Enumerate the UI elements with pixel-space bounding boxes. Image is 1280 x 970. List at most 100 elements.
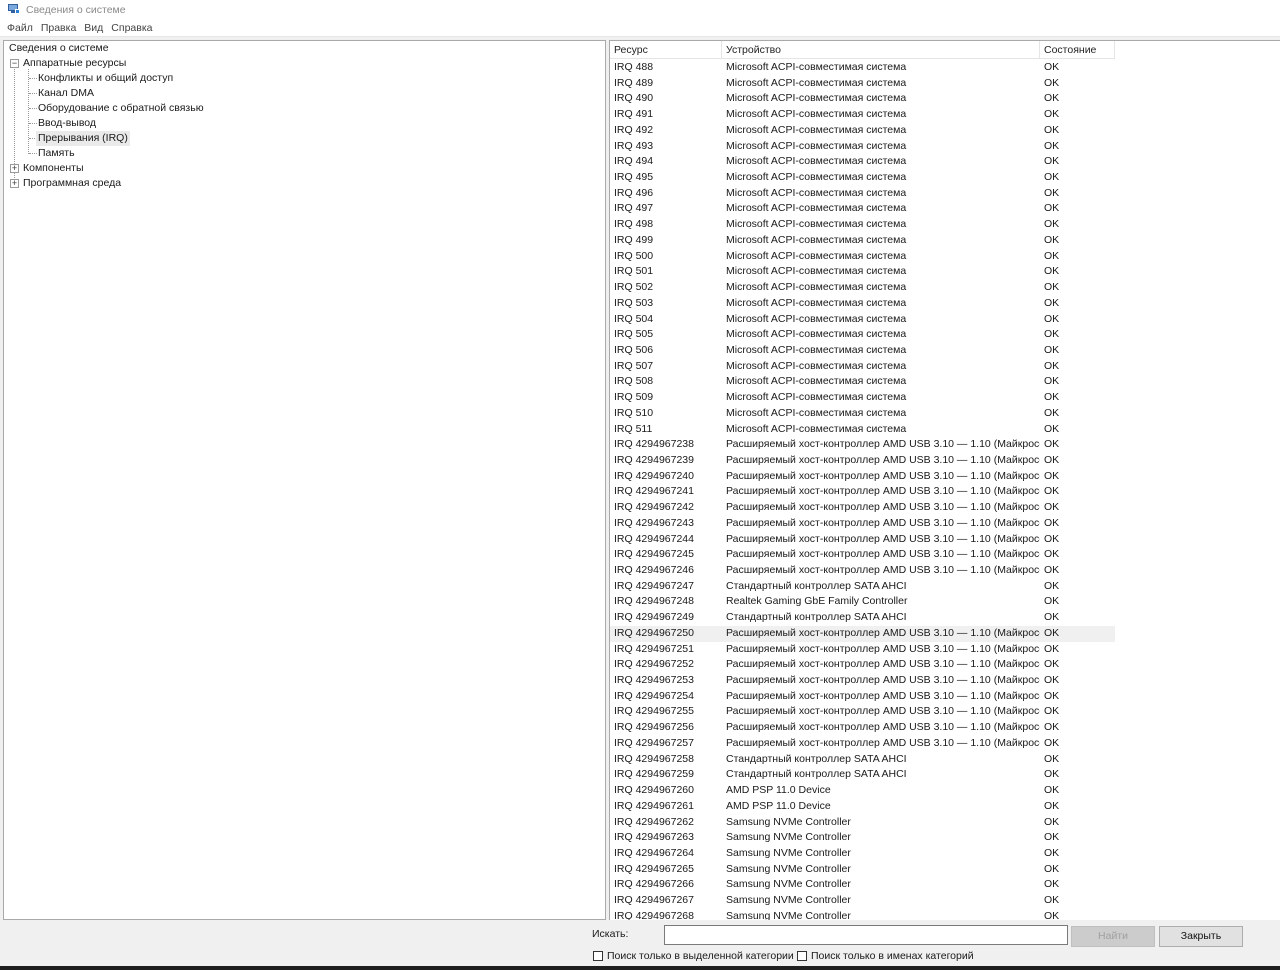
table-row[interactable]: IRQ 4294967255 Расширяемый хост-контролле…: [610, 704, 1115, 720]
cell-resource: IRQ 492: [614, 123, 654, 136]
cell-device: Microsoft ACPI-совместимая система: [726, 406, 907, 419]
search-category-names-checkbox[interactable]: Поиск только в именах категорий: [797, 950, 974, 962]
cell-resource: IRQ 4294967244: [614, 532, 694, 545]
table-row[interactable]: IRQ 507 Microsoft ACPI-совместимая систем…: [610, 359, 1115, 375]
tree-item-conflicts[interactable]: Конфликты и общий доступ: [38, 71, 173, 86]
tree-item-memory[interactable]: Память: [38, 146, 75, 161]
table-row[interactable]: IRQ 4294967245 Расширяемый хост-контролле…: [610, 547, 1115, 563]
table-row[interactable]: IRQ 506 Microsoft ACPI-совместимая систем…: [610, 343, 1115, 359]
table-row[interactable]: IRQ 4294967254 Расширяемый хост-контролле…: [610, 689, 1115, 705]
category-tree[interactable]: Сведения о системе − Аппаратные ресурсы …: [3, 40, 606, 920]
tree-item-software-environment[interactable]: Программная среда: [23, 176, 121, 191]
menu-edit[interactable]: Правка: [37, 22, 80, 34]
menu-view[interactable]: Вид: [80, 22, 107, 34]
table-row[interactable]: IRQ 4294967243 Расширяемый хост-контролле…: [610, 516, 1115, 532]
close-button[interactable]: Закрыть: [1159, 926, 1243, 947]
table-row[interactable]: IRQ 4294967241 Расширяемый хост-контролле…: [610, 484, 1115, 500]
tree-item-dma[interactable]: Канал DMA: [38, 86, 94, 101]
table-row[interactable]: IRQ 4294967251 Расширяемый хост-контролле…: [610, 642, 1115, 658]
table-row[interactable]: IRQ 494 Microsoft ACPI-совместимая систем…: [610, 154, 1115, 170]
table-row[interactable]: IRQ 4294967239 Расширяемый хост-контролле…: [610, 453, 1115, 469]
cell-device: Расширяемый хост-контроллер AMD USB 3.10…: [726, 689, 1040, 702]
collapse-icon[interactable]: −: [10, 59, 19, 68]
table-row[interactable]: IRQ 4294967260 AMD PSP 11.0 Device OK: [610, 783, 1115, 799]
table-row[interactable]: IRQ 499 Microsoft ACPI-совместимая систем…: [610, 233, 1115, 249]
cell-resource: IRQ 4294967247: [614, 579, 694, 592]
table-row[interactable]: IRQ 4294967242 Расширяемый хост-контролле…: [610, 500, 1115, 516]
table-row[interactable]: IRQ 4294967256 Расширяемый хост-контролле…: [610, 720, 1115, 736]
table-row[interactable]: IRQ 491 Microsoft ACPI-совместимая систем…: [610, 107, 1115, 123]
search-input[interactable]: [664, 925, 1068, 945]
tree-item-system-summary[interactable]: Сведения о системе: [9, 41, 109, 56]
tree-item-hardware-resources[interactable]: Аппаратные ресурсы: [23, 56, 126, 71]
table-row[interactable]: IRQ 4294967246 Расширяемый хост-контролле…: [610, 563, 1115, 579]
table-row[interactable]: IRQ 4294967266 Samsung NVMe Controller OK: [610, 877, 1115, 893]
cell-status: OK: [1044, 564, 1060, 576]
expand-icon[interactable]: +: [10, 164, 19, 173]
cell-status: OK: [1044, 516, 1060, 529]
table-row[interactable]: IRQ 502 Microsoft ACPI-совместимая систем…: [610, 280, 1115, 296]
column-header-device[interactable]: Устройство: [722, 41, 1040, 59]
table-row[interactable]: IRQ 490 Microsoft ACPI-совместимая систем…: [610, 91, 1115, 107]
search-selected-category-label: Поиск только в выделенной категории: [607, 950, 794, 962]
cell-resource: IRQ 498: [614, 218, 654, 231]
tree-item-io[interactable]: Ввод-вывод: [38, 116, 96, 131]
cell-device: Расширяемый хост-контроллер AMD USB 3.10…: [726, 658, 1040, 671]
table-row[interactable]: IRQ 4294967247 Стандартный контроллер SAT…: [610, 579, 1115, 595]
cell-status: OK: [1044, 674, 1060, 687]
table-row[interactable]: IRQ 500 Microsoft ACPI-совместимая систем…: [610, 249, 1115, 265]
table-row[interactable]: IRQ 4294967249 Стандартный контроллер SAT…: [610, 610, 1115, 626]
table-row[interactable]: IRQ 510 Microsoft ACPI-совместимая систем…: [610, 406, 1115, 422]
checkbox-box[interactable]: [593, 951, 603, 961]
table-row[interactable]: IRQ 4294967268 Samsung NVMe Controller OK: [610, 909, 1115, 920]
search-selected-category-checkbox[interactable]: Поиск только в выделенной категории: [593, 950, 794, 962]
checkbox-box[interactable]: [797, 951, 807, 961]
details-list[interactable]: Ресурс Устройство Состояние IRQ 488 Micro…: [609, 40, 1280, 920]
table-row[interactable]: IRQ 4294967259 Стандартный контроллер SAT…: [610, 767, 1115, 783]
table-row[interactable]: IRQ 4294967244 Расширяемый хост-контролле…: [610, 532, 1115, 548]
table-row[interactable]: IRQ 496 Microsoft ACPI-совместимая систем…: [610, 186, 1115, 202]
menu-help[interactable]: Справка: [107, 22, 156, 34]
menu-file[interactable]: Файл: [3, 22, 37, 34]
tree-item-irq[interactable]: Прерывания (IRQ): [36, 131, 130, 146]
table-row[interactable]: IRQ 505 Microsoft ACPI-совместимая систем…: [610, 327, 1115, 343]
table-row[interactable]: IRQ 488 Microsoft ACPI-совместимая систем…: [610, 60, 1115, 76]
table-row[interactable]: IRQ 4294967267 Samsung NVMe Controller OK: [610, 893, 1115, 909]
tree-item-components[interactable]: Компоненты: [23, 161, 84, 176]
table-row[interactable]: IRQ 4294967258 Стандартный контроллер SAT…: [610, 752, 1115, 768]
table-row[interactable]: IRQ 509 Microsoft ACPI-совместимая систем…: [610, 390, 1115, 406]
table-row[interactable]: IRQ 497 Microsoft ACPI-совместимая систем…: [610, 201, 1115, 217]
expand-icon[interactable]: +: [10, 179, 19, 188]
table-row[interactable]: IRQ 4294967248 Realtek Gaming GbE Family …: [610, 594, 1115, 610]
table-row[interactable]: IRQ 501 Microsoft ACPI-совместимая систем…: [610, 264, 1115, 280]
table-row[interactable]: IRQ 493 Microsoft ACPI-совместимая систем…: [610, 139, 1115, 155]
table-row[interactable]: IRQ 504 Microsoft ACPI-совместимая систем…: [610, 312, 1115, 328]
table-row[interactable]: IRQ 4294967263 Samsung NVMe Controller OK: [610, 830, 1115, 846]
cell-status: OK: [1044, 422, 1060, 435]
table-row[interactable]: IRQ 492 Microsoft ACPI-совместимая систем…: [610, 123, 1115, 139]
table-row[interactable]: IRQ 4294967252 Расширяемый хост-контролле…: [610, 657, 1115, 673]
column-header-status[interactable]: Состояние: [1040, 41, 1115, 59]
table-row[interactable]: IRQ 4294967253 Расширяемый хост-контролле…: [610, 673, 1115, 689]
table-row[interactable]: IRQ 4294967264 Samsung NVMe Controller OK: [610, 846, 1115, 862]
table-row[interactable]: IRQ 4294967240 Расширяемый хост-контролле…: [610, 469, 1115, 485]
tree-guide-line: [29, 153, 37, 154]
tree-item-forced-hardware[interactable]: Оборудование с обратной связью: [38, 101, 204, 116]
cell-status: OK: [1044, 406, 1060, 419]
table-row[interactable]: IRQ 503 Microsoft ACPI-совместимая систем…: [610, 296, 1115, 312]
table-row[interactable]: IRQ 4294967238 Расширяемый хост-контролле…: [610, 437, 1115, 453]
table-row[interactable]: IRQ 495 Microsoft ACPI-совместимая систем…: [610, 170, 1115, 186]
cell-device: AMD PSP 11.0 Device: [726, 799, 831, 812]
column-header-resource[interactable]: Ресурс: [610, 41, 722, 59]
table-row[interactable]: IRQ 489 Microsoft ACPI-совместимая систем…: [610, 76, 1115, 92]
table-row[interactable]: IRQ 4294967261 AMD PSP 11.0 Device OK: [610, 799, 1115, 815]
table-row[interactable]: IRQ 498 Microsoft ACPI-совместимая систем…: [610, 217, 1115, 233]
find-button[interactable]: Найти: [1071, 926, 1155, 947]
table-row[interactable]: IRQ 508 Microsoft ACPI-совместимая систем…: [610, 374, 1115, 390]
table-row[interactable]: IRQ 4294967250 Расширяемый хост-контролле…: [610, 625, 1115, 642]
table-row[interactable]: IRQ 4294967257 Расширяемый хост-контролле…: [610, 736, 1115, 752]
table-row[interactable]: IRQ 4294967262 Samsung NVMe Controller OK: [610, 815, 1115, 831]
table-row[interactable]: IRQ 511 Microsoft ACPI-совместимая систем…: [610, 422, 1115, 438]
table-row[interactable]: IRQ 4294967265 Samsung NVMe Controller OK: [610, 862, 1115, 878]
cell-status: OK: [1044, 391, 1060, 404]
